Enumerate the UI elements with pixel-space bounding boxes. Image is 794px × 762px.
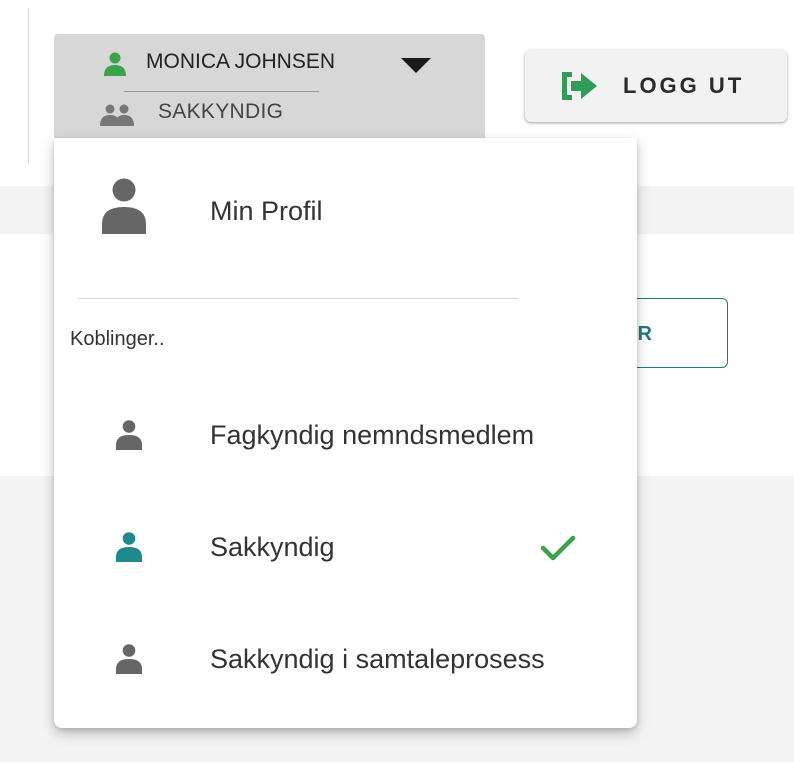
user-dropdown-menu: Min Profil Koblinger.. Fagkyndig nemndsm…: [54, 138, 637, 728]
menu-item-sakkyndig-i-samtaleprosess[interactable]: Sakkyndig i samtaleprosess: [54, 632, 637, 688]
logout-icon: [562, 72, 597, 100]
menu-divider: [78, 298, 518, 299]
caret-down-icon: [401, 58, 431, 73]
section-heading-koblinger: Koblinger..: [70, 328, 165, 350]
user-menu-toggle[interactable]: MONICA JOHNSEN SAKKYNDIG: [54, 34, 485, 138]
menu-item-label: Min Profil: [210, 196, 323, 226]
menu-item-label: Sakkyndig i samtaleprosess: [210, 644, 545, 674]
menu-item-label: Sakkyndig: [210, 532, 335, 562]
background-action-button-label: R: [637, 323, 653, 345]
logout-label: LOGG UT: [623, 73, 745, 98]
user-name: MONICA JOHNSEN: [146, 50, 336, 73]
person-icon: [116, 420, 142, 450]
header-separator-line: [28, 8, 29, 164]
menu-item-label: Fagkyndig nemndsmedlem: [210, 420, 535, 450]
user-role: SAKKYNDIG: [158, 100, 284, 123]
check-icon: [540, 535, 576, 561]
logout-button[interactable]: LOGG UT: [525, 50, 787, 122]
person-icon: [116, 644, 142, 674]
person-icon: [102, 178, 146, 234]
menu-item-fagkyndig-nemndsmedlem[interactable]: Fagkyndig nemndsmedlem: [54, 408, 637, 464]
user-menu-divider: [124, 91, 319, 92]
group-icon: [100, 104, 134, 126]
menu-item-my-profile[interactable]: Min Profil: [54, 178, 637, 250]
menu-item-sakkyndig[interactable]: Sakkyndig: [54, 520, 637, 576]
person-icon: [116, 532, 142, 562]
person-icon: [104, 52, 126, 76]
